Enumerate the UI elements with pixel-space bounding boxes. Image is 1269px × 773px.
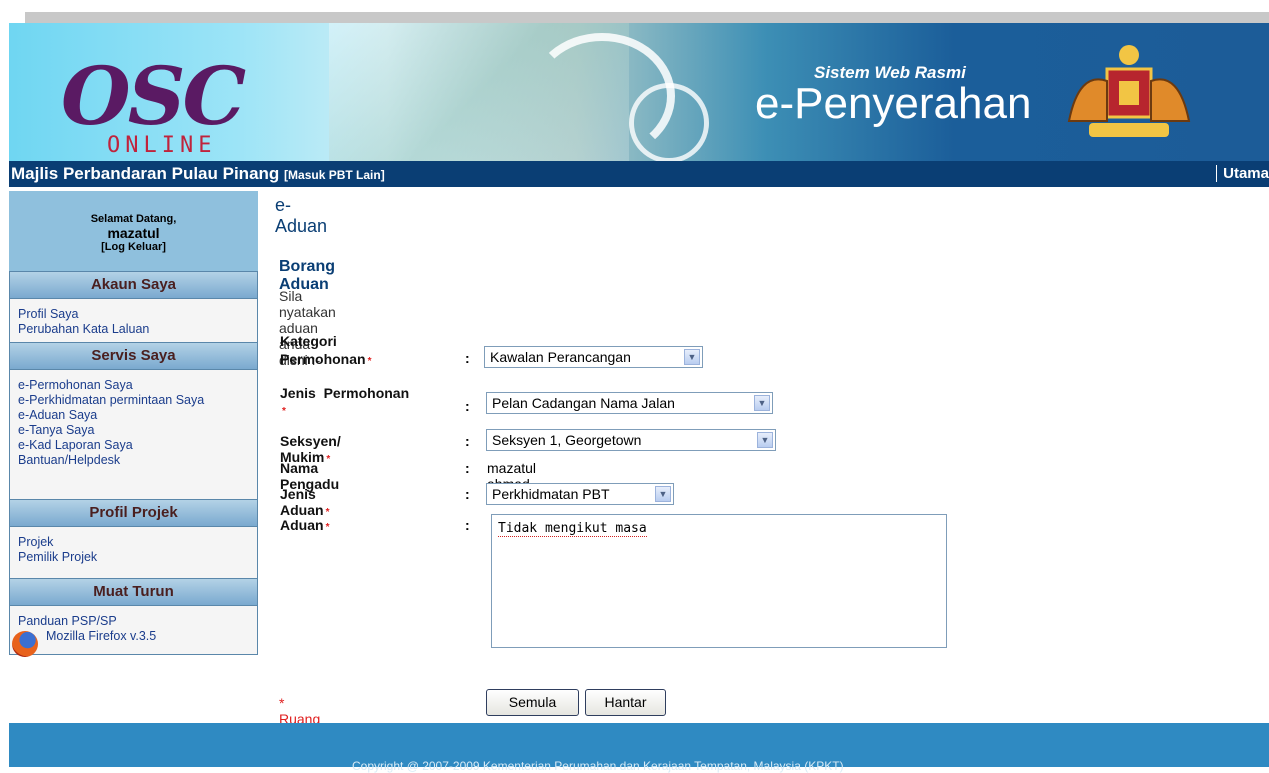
reset-button[interactable]: Semula — [486, 689, 579, 716]
required-mark: * — [282, 406, 286, 417]
firefox-icon — [12, 631, 38, 657]
osc-online-logo[interactable]: OSC ONLINE — [49, 43, 269, 161]
chevron-down-icon: ▼ — [684, 349, 700, 365]
section-profil-projek: Projek Pemilik Projek — [9, 527, 258, 578]
seksyen-mukim-select[interactable]: Seksyen 1, Georgetown ▼ — [486, 429, 776, 451]
jenis-aduan-select[interactable]: Perkhidmatan PBT ▼ — [486, 483, 674, 505]
aduan-textarea[interactable]: Tidak mengikut masa — [491, 514, 947, 648]
colon: : — [465, 486, 470, 502]
top-gray-bar — [25, 12, 1269, 23]
colon: : — [465, 433, 470, 449]
banner-swirl-decoration-2 — [629, 83, 709, 161]
link-e-permohonan-saya[interactable]: e-Permohonan Saya — [18, 378, 251, 393]
link-pemilik-projek[interactable]: Pemilik Projek — [18, 550, 251, 565]
username: mazatul — [107, 225, 160, 241]
jenis-aduan-value: Perkhidmatan PBT — [492, 486, 610, 502]
welcome-panel: Selamat Datang, mazatul [Log Keluar] — [9, 191, 258, 271]
colon: : — [465, 517, 470, 533]
section-header-akaun-saya: Akaun Saya — [9, 271, 258, 299]
colon: : — [465, 460, 470, 476]
link-e-tanya-saya[interactable]: e-Tanya Saya — [18, 423, 251, 438]
page-title: e-Aduan — [275, 195, 328, 236]
link-projek[interactable]: Projek — [18, 535, 251, 550]
section-akaun-saya: Profil Saya Perubahan Kata Laluan — [9, 299, 258, 342]
logo-osc-text: OSC — [61, 49, 246, 143]
link-profil-saya[interactable]: Profil Saya — [18, 307, 251, 322]
link-e-aduan-saya[interactable]: e-Aduan Saya — [18, 408, 251, 423]
seksyen-mukim-value: Seksyen 1, Georgetown — [492, 432, 642, 448]
label-aduan: Aduan * — [280, 517, 329, 533]
submit-button[interactable]: Hantar — [585, 689, 666, 716]
link-e-perkhidmatan-permintaan-saya[interactable]: e-Perkhidmatan permintaan Saya — [18, 393, 251, 408]
welcome-text: Selamat Datang, — [90, 213, 177, 225]
sidebar: Selamat Datang, mazatul [Log Keluar] Aka… — [9, 191, 258, 657]
section-header-muat-turun: Muat Turun — [9, 578, 258, 606]
footer: Copyright @ 2007-2009 Kementerian Peruma… — [9, 723, 1269, 773]
label-jenis-aduan: Jenis Aduan * — [280, 486, 329, 518]
colon: : — [465, 398, 470, 414]
footer-copyright: Copyright @ 2007-2009 Kementerian Peruma… — [352, 759, 844, 773]
link-panduan-psp-sp[interactable]: Panduan PSP/SP — [18, 614, 251, 629]
section-header-servis-saya: Servis Saya — [9, 342, 258, 370]
colon: : — [465, 350, 470, 366]
section-header-profil-projek: Profil Projek — [9, 499, 258, 527]
organization-name: Majlis Perbandaran Pulau Pinang — [11, 164, 280, 183]
kategori-permohonan-value: Kawalan Perancangan — [490, 349, 631, 365]
link-e-kad-laporan-saya[interactable]: e-Kad Laporan Saya — [18, 438, 251, 453]
firefox-link-label: Mozilla Firefox v.3.5 — [46, 629, 157, 643]
jenis-permohonan-value: Pelan Cadangan Nama Jalan — [492, 395, 675, 411]
organization-title: Majlis Perbandaran Pulau Pinang [Masuk P… — [11, 164, 385, 184]
aduan-text: Tidak mengikut masa — [498, 521, 647, 537]
required-mark: * — [367, 356, 372, 367]
logout-link[interactable]: [Log Keluar] — [9, 241, 258, 253]
section-muat-turun: Panduan PSP/SP Mozilla Firefox v.3.5 — [9, 606, 258, 657]
switch-pbt-link[interactable]: [Masuk PBT Lain] — [284, 168, 385, 182]
link-perubahan-kata-laluan[interactable]: Perubahan Kata Laluan — [18, 322, 251, 337]
banner-title: e-Penyerahan — [755, 79, 1032, 128]
header-banner: OSC ONLINE Sistem Web Rasmi e-Penyerahan — [9, 23, 1269, 161]
label-jenis-permohonan: Jenis Permohonan * — [280, 385, 460, 420]
organization-bar: Majlis Perbandaran Pulau Pinang [Masuk P… — [9, 161, 1269, 187]
home-link[interactable]: Utama — [1216, 165, 1269, 182]
logo-online-text: ONLINE — [107, 133, 217, 158]
label-kategori-text: Kategori Permohonan — [280, 333, 366, 367]
kategori-permohonan-select[interactable]: Kawalan Perancangan ▼ — [484, 346, 703, 368]
label-jenis-permohonan-text: Jenis Permohonan — [280, 385, 410, 401]
jenis-permohonan-select[interactable]: Pelan Cadangan Nama Jalan ▼ — [486, 392, 773, 414]
label-aduan-text: Aduan — [280, 517, 324, 533]
chevron-down-icon: ▼ — [754, 395, 770, 411]
link-mozilla-firefox[interactable]: Mozilla Firefox v.3.5 — [12, 629, 251, 657]
label-kategori-permohonan: Kategori Permohonan * — [280, 332, 390, 371]
chevron-down-icon: ▼ — [757, 432, 773, 448]
coat-of-arms-icon — [1067, 45, 1191, 137]
chevron-down-icon: ▼ — [655, 486, 671, 502]
section-servis-saya: e-Permohonan Saya e-Perkhidmatan permint… — [9, 370, 258, 499]
label-jenis-aduan-text: Jenis Aduan — [280, 486, 324, 518]
link-bantuan-helpdesk[interactable]: Bantuan/Helpdesk — [18, 453, 251, 468]
required-mark: * — [325, 522, 330, 533]
